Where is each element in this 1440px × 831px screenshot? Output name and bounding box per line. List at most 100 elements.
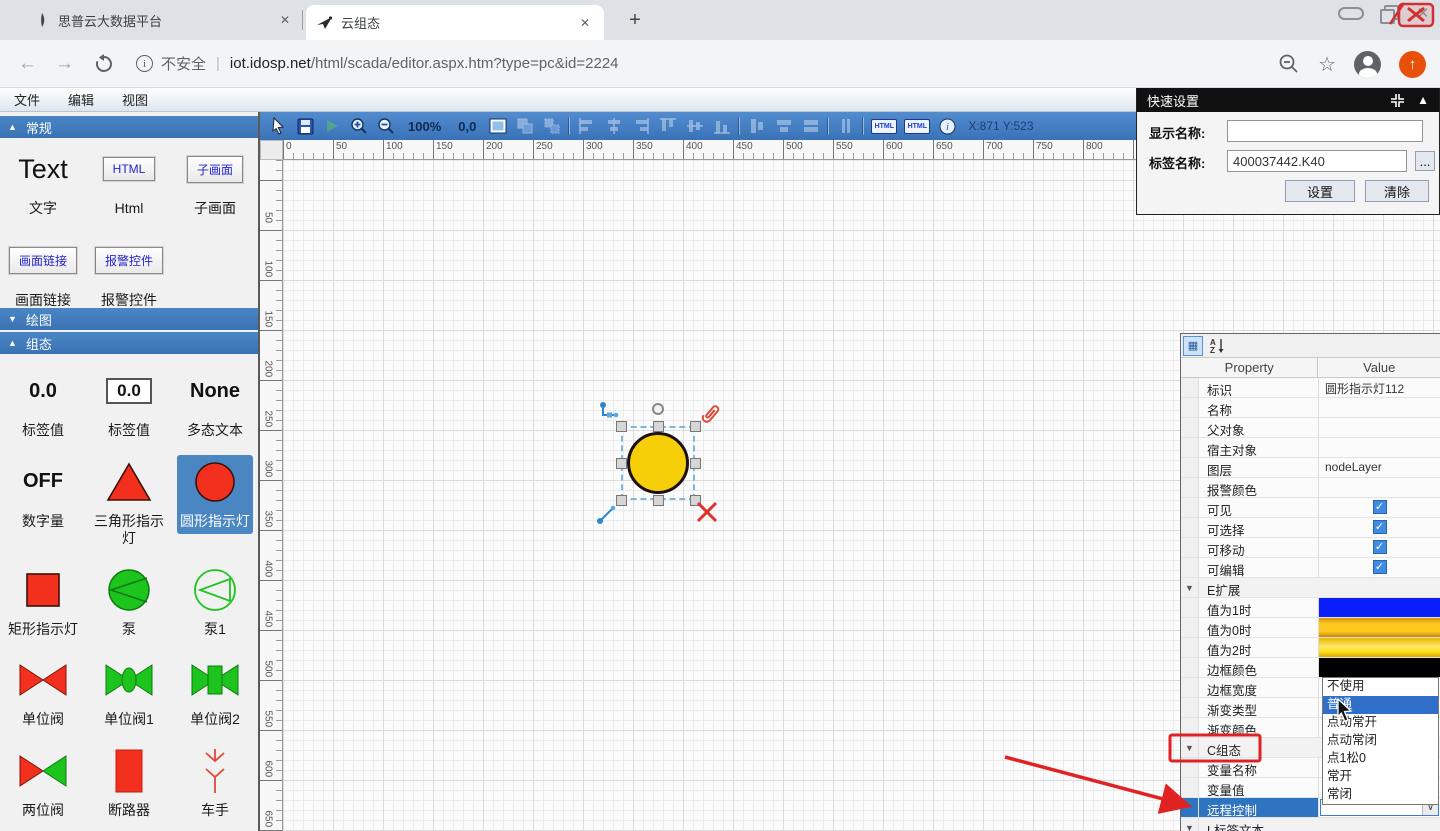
run-icon[interactable] xyxy=(322,116,342,136)
palette-item-general-3[interactable]: 画面链接画面链接 xyxy=(6,234,80,314)
palette-item-scada-4[interactable]: 三角形指示灯 xyxy=(86,455,172,552)
property-row-4[interactable]: 图层nodeLayer xyxy=(1181,458,1440,478)
property-row-13[interactable]: 值为2时 xyxy=(1181,638,1440,658)
color-swatch[interactable] xyxy=(1319,658,1440,677)
palette-item-scada-9[interactable]: 单位阀 xyxy=(14,653,72,733)
property-row-1[interactable]: 名称 xyxy=(1181,398,1440,418)
palette-item-scada-11[interactable]: 单位阀2 xyxy=(186,653,244,733)
group-collapse-icon[interactable]: ▼ xyxy=(1181,578,1199,597)
palette-item-scada-7[interactable]: 泵 xyxy=(103,563,155,643)
property-value[interactable] xyxy=(1319,598,1440,617)
attach-paperclip-icon[interactable] xyxy=(697,400,723,428)
menu-item-3[interactable]: 视图 xyxy=(108,90,162,109)
url-path[interactable]: /html/scada/editor.aspx.htm?type=pc&id=2… xyxy=(311,55,619,72)
collapse-up-icon[interactable]: ▲ xyxy=(1417,93,1429,107)
distribute-vertical-icon[interactable] xyxy=(774,116,794,136)
property-value[interactable]: ✓ xyxy=(1319,558,1440,577)
property-row-0[interactable]: 标识圆形指示灯112 xyxy=(1181,378,1440,398)
property-value[interactable]: 圆形指示灯112 xyxy=(1319,378,1440,397)
url-domain[interactable]: iot.idosp.net xyxy=(230,55,311,72)
page-info-icon[interactable]: i xyxy=(136,55,153,72)
palette-item-scada-0[interactable]: 0.0标签值 xyxy=(19,364,67,444)
dropdown-option-1[interactable]: 普通 xyxy=(1323,696,1438,714)
resize-handle[interactable] xyxy=(690,458,701,469)
palette-item-general-4[interactable]: 报警控件报警控件 xyxy=(92,234,166,314)
zoom-out-page-icon[interactable] xyxy=(1278,53,1300,75)
lock-icon[interactable] xyxy=(836,116,856,136)
same-size-icon[interactable] xyxy=(801,116,821,136)
align-center-icon[interactable] xyxy=(604,116,624,136)
property-row-2[interactable]: 父对象 xyxy=(1181,418,1440,438)
alphabetical-sort-icon[interactable]: AZ xyxy=(1207,336,1227,356)
property-row-11[interactable]: 值为1时 xyxy=(1181,598,1440,618)
palette-item-scada-1[interactable]: 0.0标签值 xyxy=(103,364,155,444)
resize-handle[interactable] xyxy=(653,495,664,506)
property-row-3[interactable]: 宿主对象 xyxy=(1181,438,1440,458)
restore-button[interactable] xyxy=(1380,5,1396,21)
color-swatch[interactable] xyxy=(1319,638,1440,657)
menu-item-2[interactable]: 编辑 xyxy=(54,90,108,109)
property-value[interactable]: nodeLayer xyxy=(1319,458,1440,477)
checkbox-checked-icon[interactable]: ✓ xyxy=(1373,520,1387,534)
property-value[interactable] xyxy=(1319,438,1440,457)
tab-close-icon[interactable]: ✕ xyxy=(276,11,294,29)
forward-icon[interactable]: → xyxy=(55,53,74,75)
checkbox-checked-icon[interactable]: ✓ xyxy=(1373,540,1387,554)
property-value[interactable] xyxy=(1319,638,1440,657)
profile-avatar[interactable] xyxy=(1354,51,1381,78)
tab-close-icon[interactable]: ✕ xyxy=(576,14,594,32)
menu-item-1[interactable]: 文件 xyxy=(0,90,54,109)
palette-item-scada-12[interactable]: 两位阀 xyxy=(14,744,72,824)
palette-section-drawing[interactable]: ▼ 绘图 xyxy=(0,308,258,330)
align-middle-icon[interactable] xyxy=(685,116,705,136)
align-right-icon[interactable] xyxy=(631,116,651,136)
color-swatch[interactable] xyxy=(1319,598,1440,617)
apply-button[interactable]: 设置 xyxy=(1285,180,1355,202)
resize-handle[interactable] xyxy=(616,458,627,469)
palette-item-scada-3[interactable]: OFF数字量 xyxy=(19,455,67,535)
delete-x-icon[interactable] xyxy=(695,500,719,524)
bookmark-star-icon[interactable]: ☆ xyxy=(1318,52,1336,77)
rotate-handle[interactable] xyxy=(652,403,664,415)
group-collapse-icon[interactable]: ▼ xyxy=(1181,818,1199,831)
property-row-5[interactable]: 报警颜色 xyxy=(1181,478,1440,498)
palette-item-scada-8[interactable]: 泵1 xyxy=(189,563,241,643)
palette-section-scada[interactable]: ▲ 组态 xyxy=(0,332,258,354)
dropdown-option-0[interactable]: 不使用 xyxy=(1323,678,1438,696)
align-top-icon[interactable] xyxy=(658,116,678,136)
checkbox-checked-icon[interactable]: ✓ xyxy=(1373,560,1387,574)
tag-name-input[interactable]: 400037442.K40 xyxy=(1227,150,1407,172)
property-value[interactable] xyxy=(1319,618,1440,637)
property-row-group-22[interactable]: ▼L标签文本 xyxy=(1181,818,1440,831)
property-value[interactable] xyxy=(1319,418,1440,437)
property-value[interactable]: ✓ xyxy=(1319,498,1440,517)
align-bottom-icon[interactable] xyxy=(712,116,732,136)
align-left-icon[interactable] xyxy=(577,116,597,136)
property-value[interactable]: ✓ xyxy=(1319,518,1440,537)
group-collapse-icon[interactable]: ▼ xyxy=(1181,738,1199,757)
palette-item-scada-14[interactable]: 车手 xyxy=(192,744,238,824)
ungroup-icon[interactable] xyxy=(542,116,562,136)
connect-link-icon[interactable] xyxy=(597,400,621,424)
canvas-settings-icon[interactable] xyxy=(488,116,508,136)
palette-item-general-0[interactable]: Text文字 xyxy=(15,142,71,222)
categorized-view-icon[interactable]: ▦ xyxy=(1183,336,1203,356)
property-value[interactable]: ✓ xyxy=(1319,538,1440,557)
dropdown-option-6[interactable]: 常闭 xyxy=(1323,786,1438,804)
property-row-7[interactable]: 可选择✓ xyxy=(1181,518,1440,538)
back-icon[interactable]: ← xyxy=(18,53,37,75)
dropdown-option-4[interactable]: 点1松0 xyxy=(1323,750,1438,768)
value-column-header[interactable]: Value xyxy=(1318,358,1440,377)
distribute-horizontal-icon[interactable] xyxy=(747,116,767,136)
property-value[interactable] xyxy=(1319,478,1440,497)
property-row-12[interactable]: 值为0时 xyxy=(1181,618,1440,638)
browser-tab-scada[interactable]: 云组态 ✕ xyxy=(306,5,604,40)
property-row-8[interactable]: 可移动✓ xyxy=(1181,538,1440,558)
select-tool-icon[interactable] xyxy=(268,116,288,136)
palette-item-general-1[interactable]: HTMLHtml xyxy=(100,142,159,222)
clear-button[interactable]: 清除 xyxy=(1365,180,1429,202)
dropdown-option-5[interactable]: 常开 xyxy=(1323,768,1438,786)
palette-section-general[interactable]: ▲ 常规 xyxy=(0,116,258,138)
palette-item-scada-13[interactable]: 断路器 xyxy=(105,744,153,824)
color-swatch[interactable] xyxy=(1319,618,1440,637)
